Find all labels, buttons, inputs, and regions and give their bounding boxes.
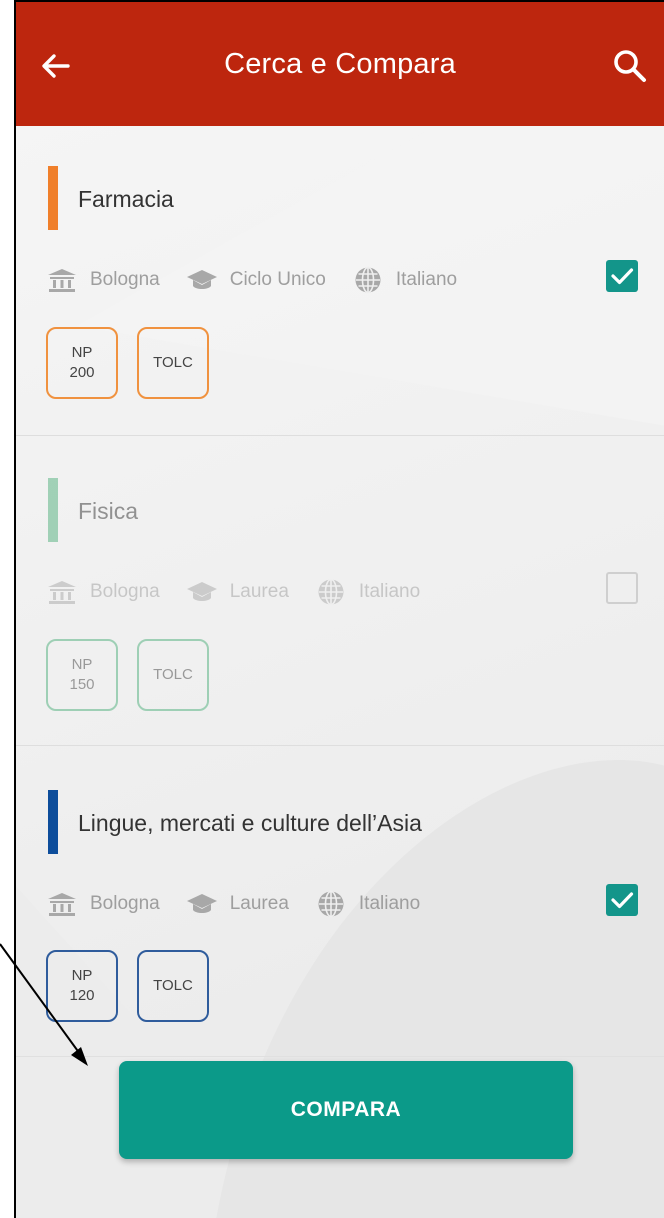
museum-icon	[46, 580, 78, 604]
course-accent-bar	[48, 790, 58, 854]
course-city: Bologna	[90, 269, 160, 290]
compare-checkbox[interactable]	[606, 260, 638, 292]
graduation-cap-icon	[186, 268, 218, 292]
badge-line1: NP	[71, 967, 93, 984]
tolc-badge: TOLC	[137, 639, 209, 711]
badge-line2: 150	[69, 676, 95, 693]
course-card-lingue: Lingue, mercati e culture dell’Asia Bolo…	[16, 746, 664, 1056]
badge-line2: 200	[69, 364, 95, 381]
badge-line1: TOLC	[153, 666, 193, 683]
arrow-left-icon[interactable]	[38, 48, 74, 84]
course-degree: Laurea	[229, 581, 289, 602]
np-badge: NP 150	[46, 639, 118, 711]
course-language: Italiano	[358, 581, 421, 602]
np-badge: NP 120	[46, 950, 118, 1022]
np-badge: NP 200	[46, 327, 118, 399]
tolc-badge: TOLC	[137, 327, 209, 399]
course-meta: Bologna Laurea Italiano	[46, 890, 446, 918]
course-name: Lingue, mercati e culture dell’Asia	[78, 810, 422, 836]
globe-icon	[315, 890, 347, 918]
course-name: Fisica	[78, 498, 139, 524]
compare-checkbox[interactable]	[606, 572, 638, 604]
check-icon	[611, 268, 634, 285]
course-name: Farmacia	[78, 186, 174, 212]
search-icon[interactable]	[612, 48, 648, 84]
course-city: Bologna	[90, 581, 160, 602]
app-screen: Cerca e Compara Farmacia Bologna Ciclo U…	[14, 0, 664, 1218]
compare-checkbox[interactable]	[606, 884, 638, 916]
badge-line1: NP	[71, 344, 93, 361]
page-title: Cerca e Compara	[224, 47, 456, 80]
course-accent-bar	[48, 478, 58, 542]
course-language: Italiano	[395, 269, 458, 290]
course-city: Bologna	[90, 893, 160, 914]
graduation-cap-icon	[186, 580, 218, 604]
globe-icon	[315, 578, 347, 606]
compare-button[interactable]: COMPARA	[119, 1061, 573, 1159]
course-meta: Bologna Laurea Italiano	[46, 578, 446, 606]
badge-line1: TOLC	[153, 977, 193, 994]
course-language: Italiano	[358, 893, 421, 914]
badge-line1: NP	[71, 656, 93, 673]
course-accent-bar	[48, 166, 58, 230]
tolc-badge: TOLC	[137, 950, 209, 1022]
globe-icon	[352, 266, 384, 294]
course-card-farmacia: Farmacia Bologna Ciclo Unico Italiano NP…	[16, 126, 664, 436]
museum-icon	[46, 892, 78, 916]
badge-line2: 120	[69, 987, 95, 1004]
graduation-cap-icon	[186, 892, 218, 916]
app-header: Cerca e Compara	[16, 2, 664, 126]
museum-icon	[46, 268, 78, 292]
course-degree: Laurea	[229, 893, 289, 914]
course-meta: Bologna Ciclo Unico Italiano	[46, 266, 483, 294]
divider	[16, 1056, 664, 1057]
course-card-fisica: Fisica Bologna Laurea Italiano NP 150 TO…	[16, 436, 664, 746]
course-degree: Ciclo Unico	[229, 269, 326, 290]
badge-line1: TOLC	[153, 354, 193, 371]
check-icon	[611, 892, 634, 909]
